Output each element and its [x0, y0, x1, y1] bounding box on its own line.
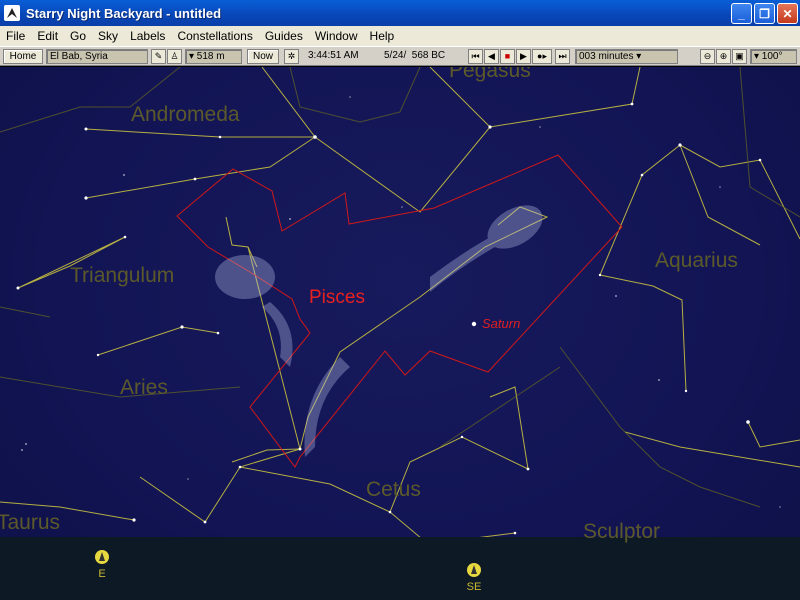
menu-constellations[interactable]: Constellations — [171, 26, 258, 46]
time-step-select[interactable]: 003 minutes ▾ — [575, 49, 678, 64]
observer-icon[interactable]: ♙ — [167, 49, 182, 64]
label-saturn[interactable]: Saturn — [482, 316, 520, 331]
label-andromeda[interactable]: Andromeda — [131, 103, 240, 127]
compass-southeast-label: SE — [466, 581, 482, 593]
step-forward-end-icon[interactable]: ⏭ — [555, 49, 570, 64]
label-triangulum[interactable]: Triangulum — [70, 264, 174, 288]
compass-east[interactable]: E — [90, 550, 114, 580]
zoom-out-icon[interactable]: ⊖ — [700, 49, 715, 64]
menu-file[interactable]: File — [0, 26, 31, 46]
location-field[interactable]: El Bab, Syria — [46, 49, 148, 64]
menu-labels[interactable]: Labels — [124, 26, 171, 46]
step-back-start-icon[interactable]: ⏮ — [468, 49, 483, 64]
compass-southeast[interactable]: SE — [462, 563, 486, 593]
label-pisces[interactable]: Pisces — [309, 287, 365, 309]
background-stars — [21, 96, 781, 508]
sky-view[interactable]: Pegasus Andromeda Triangulum Aries Cetus… — [0, 67, 800, 600]
label-aries[interactable]: Aries — [120, 376, 168, 400]
step-back-icon[interactable]: ◀ — [484, 49, 499, 64]
zoom-fit-icon[interactable]: ▣ — [732, 49, 747, 64]
label-cetus[interactable]: Cetus — [366, 478, 421, 502]
label-pegasus[interactable]: Pegasus — [449, 67, 531, 83]
now-button[interactable]: Now — [247, 49, 279, 64]
home-button[interactable]: Home — [3, 49, 43, 64]
menu-window[interactable]: Window — [309, 26, 364, 46]
toolbar: Home El Bab, Syria ✎ ♙ ▾ 518 m Now ✲ 3:4… — [0, 46, 800, 66]
compass-marker-icon — [95, 550, 109, 564]
elevation-field[interactable]: ▾ 518 m — [185, 49, 242, 64]
fast-forward-icon[interactable]: ●▸ — [532, 49, 552, 64]
time-settings-icon[interactable]: ✲ — [284, 49, 299, 64]
app-icon — [4, 5, 20, 21]
date-display[interactable]: 5/24/ 568 BC — [384, 49, 445, 64]
menu-guides[interactable]: Guides — [259, 26, 309, 46]
label-sculptor[interactable]: Sculptor — [583, 520, 660, 544]
title-bar: Starry Night Backyard - untitled _ ❐ ✕ — [0, 0, 800, 26]
menu-edit[interactable]: Edit — [31, 26, 64, 46]
menu-help[interactable]: Help — [364, 26, 401, 46]
menu-sky[interactable]: Sky — [92, 26, 124, 46]
time-display[interactable]: 3:44:51 AM — [308, 49, 359, 64]
menu-go[interactable]: Go — [64, 26, 92, 46]
zoom-in-icon[interactable]: ⊕ — [716, 49, 731, 64]
horizon-curve — [0, 537, 800, 600]
horizon-ground — [0, 537, 800, 600]
minimize-button[interactable]: _ — [731, 3, 752, 24]
maximize-button[interactable]: ❐ — [754, 3, 775, 24]
stop-icon[interactable]: ■ — [500, 49, 515, 64]
location-tool-icon[interactable]: ✎ — [151, 49, 166, 64]
compass-east-label: E — [98, 568, 106, 580]
label-taurus[interactable]: Taurus — [0, 511, 60, 535]
menu-bar: File Edit Go Sky Labels Constellations G… — [0, 26, 800, 46]
constellation-lines — [0, 67, 800, 545]
window-title: Starry Night Backyard - untitled — [26, 5, 222, 21]
play-icon[interactable]: ▶ — [516, 49, 531, 64]
label-aquarius[interactable]: Aquarius — [655, 249, 738, 273]
field-of-view-select[interactable]: ▾ 100° — [750, 49, 797, 64]
saturn-marker[interactable] — [471, 321, 477, 327]
compass-marker-icon — [467, 563, 481, 577]
sky-chart — [0, 67, 800, 546]
close-button[interactable]: ✕ — [777, 3, 798, 24]
